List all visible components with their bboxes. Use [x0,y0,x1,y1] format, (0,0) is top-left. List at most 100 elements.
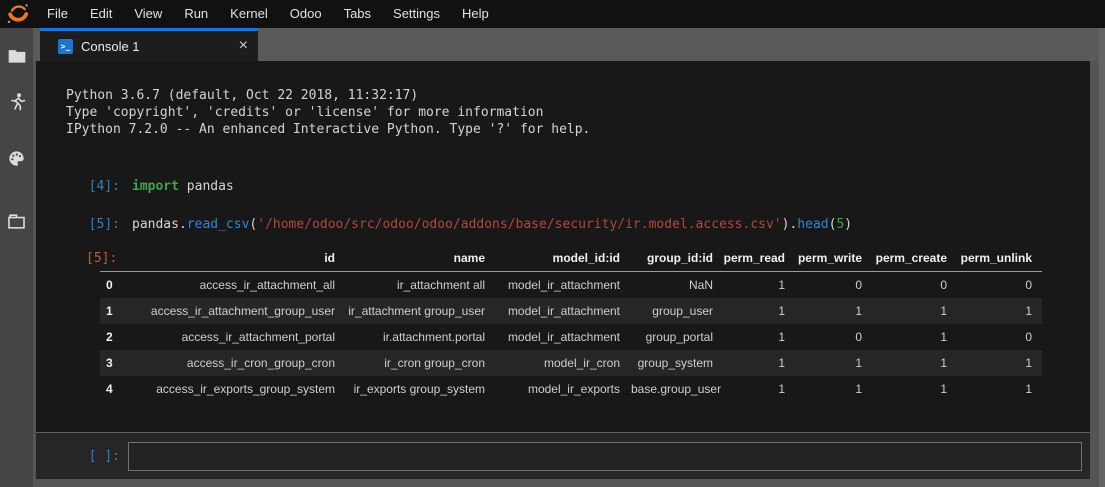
table-row: 0access_ir_attachment_allir_attachment a… [100,272,1042,298]
table-cell: ir.attachment.portal [345,324,495,350]
table-row: 2access_ir_attachment_portalir.attachmen… [100,324,1042,350]
table-cell: model_ir_exports [495,376,630,402]
code-cell: [4]: import pandas [66,178,1090,195]
console-input-area: [ ]: [36,432,1090,479]
input-prompt: [5]: [66,216,120,233]
sidebar-tab-commands[interactable] [0,146,33,170]
table-cell: access_ir_attachment_portal [120,324,345,350]
table-cell: access_ir_cron_group_cron [120,350,345,376]
code-cell: [5]: pandas.read_csv('/home/odoo/src/odo… [66,216,1090,233]
column-header: perm_unlink [957,247,1042,272]
output-prompt: [5]: [86,251,117,266]
row-index: 2 [100,324,120,350]
column-header: name [345,247,495,272]
table-cell: access_ir_attachment_group_user [120,298,345,324]
code-line: import pandas [132,178,234,195]
banner-line: Python 3.6.7 (default, Oct 22 2018, 11:3… [66,87,1090,104]
menu-item-view[interactable]: View [123,0,173,28]
menu-item-tabs[interactable]: Tabs [333,0,382,28]
column-header: perm_read [723,247,795,272]
table-cell: 1 [872,350,957,376]
banner-line: IPython 7.2.0 -- An enhanced Interactive… [66,121,1090,138]
row-index: 4 [100,376,120,402]
column-header: group_id:id [630,247,723,272]
table-cell: 1 [795,298,872,324]
input-prompt-empty: [ ]: [66,449,120,464]
table-cell: model_ir_attachment [495,298,630,324]
running-person-icon [8,92,26,114]
menu-item-kernel[interactable]: Kernel [219,0,279,28]
menu-item-help[interactable]: Help [451,0,500,28]
row-index: 1 [100,298,120,324]
table-cell: 1 [795,376,872,402]
table-cell: model_ir_attachment [495,272,630,298]
menu-item-odoo[interactable]: Odoo [279,0,333,28]
table-cell: NaN [630,272,723,298]
table-cell: ir_exports group_system [345,376,495,402]
menu-item-file[interactable]: File [36,0,79,28]
tab-console-1[interactable]: >_ Console 1 × [40,28,258,61]
table-row: 4access_ir_exports_group_systemir_export… [100,376,1042,402]
row-index: 3 [100,350,120,376]
table-cell: 0 [957,272,1042,298]
table-cell: 1 [723,376,795,402]
menu-item-settings[interactable]: Settings [382,0,451,28]
menu-bar: FileEditViewRunKernelOdooTabsSettingsHel… [0,0,1105,28]
sidebar-tab-tabs[interactable] [0,209,33,233]
tab-label: Console 1 [81,39,231,54]
sidebar-tab-running[interactable] [0,91,33,115]
table-cell: 0 [795,272,872,298]
table-cell: 1 [723,298,795,324]
tab-bar: >_ Console 1 × [33,28,1105,61]
column-header: perm_write [795,247,872,272]
palette-icon [7,149,26,168]
table-cell: 1 [872,376,957,402]
table-cell: 1 [723,324,795,350]
table-cell: group_user [630,298,723,324]
menu-item-run[interactable]: Run [173,0,219,28]
sidebar-tab-files[interactable] [0,44,33,68]
table-cell: access_ir_attachment_all [120,272,345,298]
console-panel: Python 3.6.7 (default, Oct 22 2018, 11:3… [36,61,1090,479]
menu-item-edit[interactable]: Edit [79,0,123,28]
table-cell: 1 [957,298,1042,324]
console-icon: >_ [58,39,73,54]
column-header: model_id:id [495,247,630,272]
banner-line: Type 'copyright', 'credits' or 'license'… [66,104,1090,121]
table-cell: 1 [872,298,957,324]
left-sidebar [0,28,33,487]
table-cell: group_portal [630,324,723,350]
tabs-icon [7,213,26,230]
table-cell: 1 [795,350,872,376]
table-row: 1access_ir_attachment_group_userir_attac… [100,298,1042,324]
folder-icon [7,47,27,65]
table-cell: group_system [630,350,723,376]
table-cell: access_ir_exports_group_system [120,376,345,402]
table-cell: 0 [957,324,1042,350]
output-area: [5]: idnamemodel_id:idgroup_id:idperm_re… [100,247,1090,402]
menu-items: FileEditViewRunKernelOdooTabsSettingsHel… [36,0,500,28]
table-cell: model_ir_cron [495,350,630,376]
table-cell: 1 [872,324,957,350]
console-log: Python 3.6.7 (default, Oct 22 2018, 11:3… [36,61,1090,432]
table-cell: 0 [872,272,957,298]
window-right-edge [1099,28,1105,487]
table-cell: 1 [957,350,1042,376]
input-prompt: [4]: [66,178,120,195]
code-token: . [179,217,187,232]
table-cell: 1 [957,376,1042,402]
dataframe-table: idnamemodel_id:idgroup_id:idperm_readper… [100,247,1042,402]
table-cell: ir_attachment group_user [345,298,495,324]
code-line: pandas.read_csv('/home/odoo/src/odoo/odo… [132,216,852,233]
close-icon[interactable]: × [239,38,248,54]
row-index: 0 [100,272,120,298]
code-token: pandas [179,179,234,194]
console-input[interactable] [128,442,1082,471]
jupyter-logo-icon [0,0,36,28]
table-row: 3access_ir_cron_group_cronir_cron group_… [100,350,1042,376]
code-token: read_csv [187,217,250,232]
code-token: ) [844,217,852,232]
table-cell: model_ir_attachment [495,324,630,350]
table-cell: 1 [723,350,795,376]
code-token: import [132,179,179,194]
